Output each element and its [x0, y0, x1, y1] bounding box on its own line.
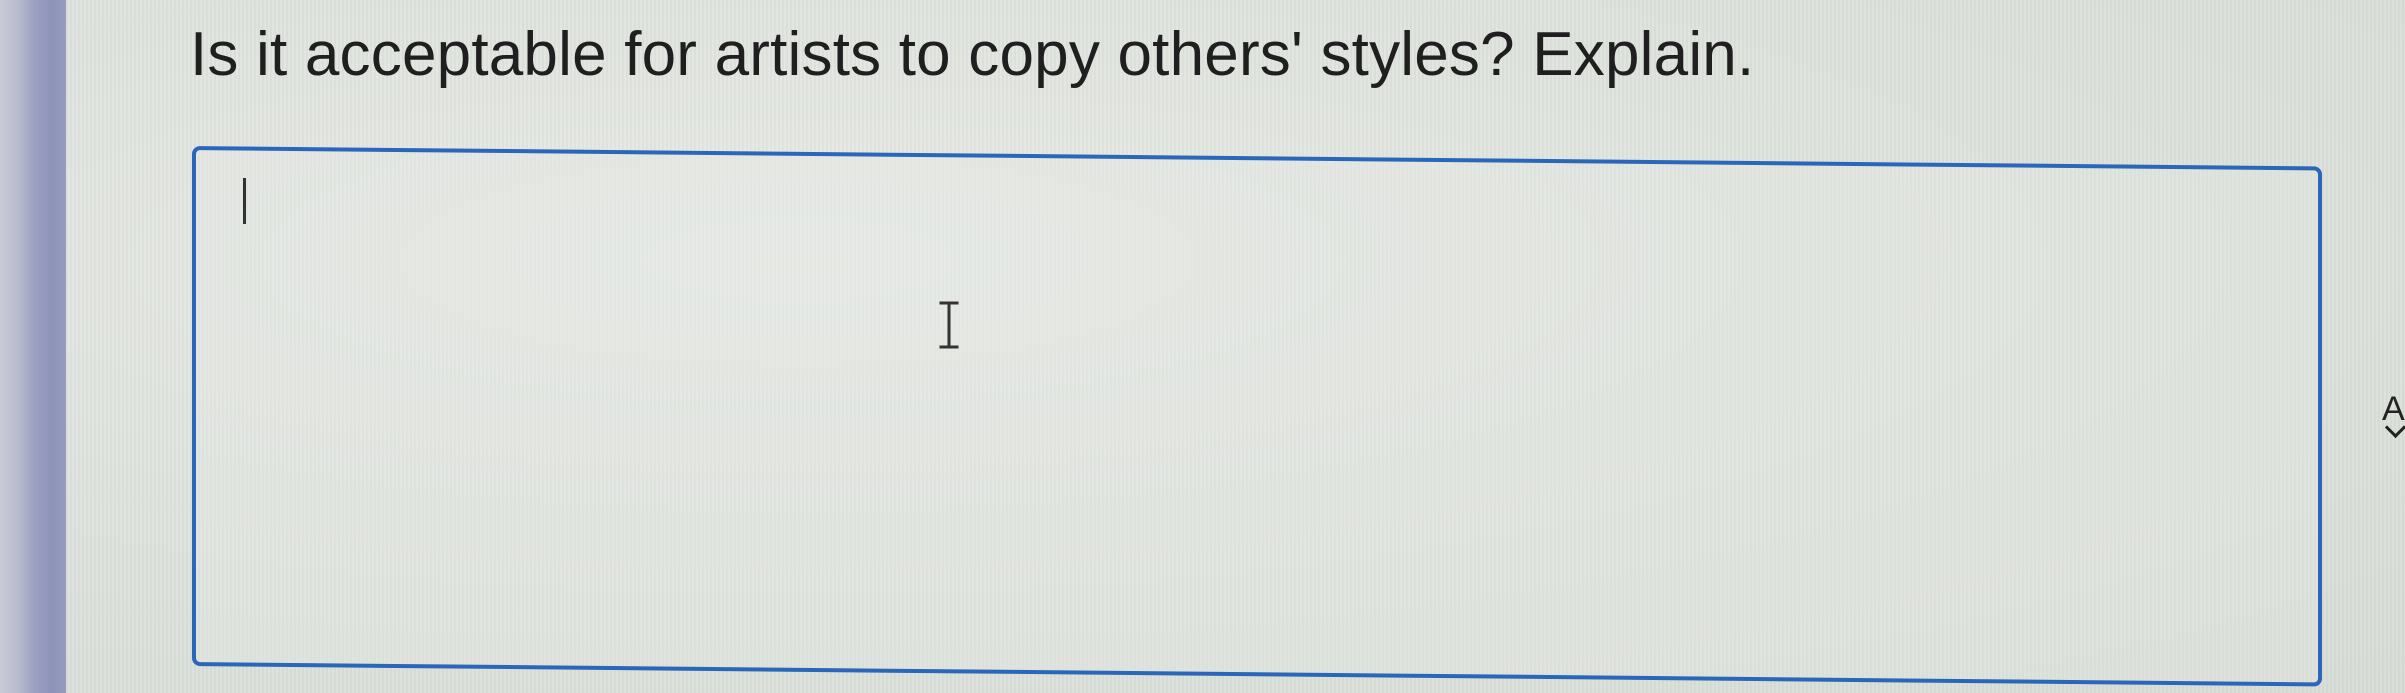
edge-font-size-widget[interactable]: A [2382, 392, 2405, 442]
page: Is it acceptable for artists to copy oth… [0, 0, 2405, 693]
question-text: Is it acceptable for artists to copy oth… [190, 20, 1755, 89]
text-caret [243, 178, 246, 224]
answer-textarea[interactable] [192, 146, 2322, 687]
i-beam-cursor-icon [939, 301, 959, 349]
left-sidebar-band [0, 0, 66, 693]
